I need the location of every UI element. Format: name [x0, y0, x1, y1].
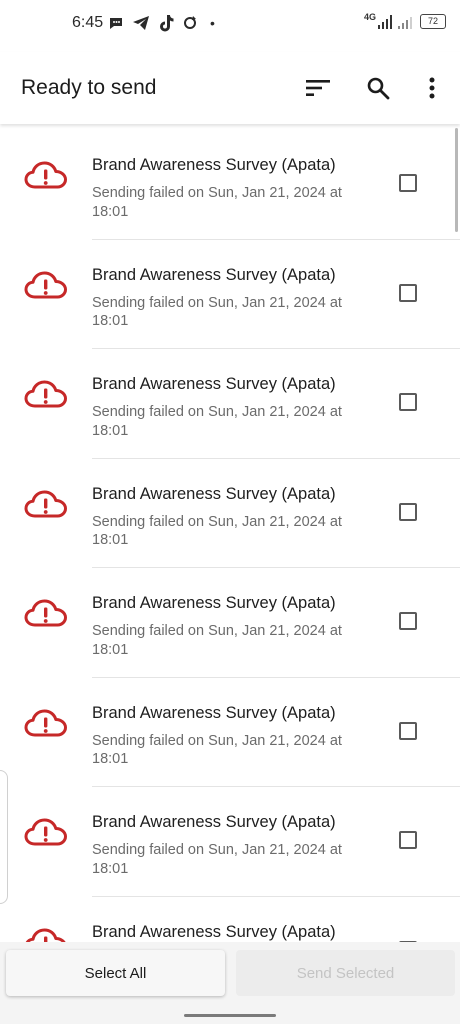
tiktok-icon — [160, 15, 174, 32]
cloud-alert-icon — [24, 271, 67, 298]
list-item-title: Brand Awareness Survey (Apata) — [92, 484, 336, 503]
list-item-title: Brand Awareness Survey (Apata) — [92, 922, 336, 941]
list-item-checkbox[interactable] — [399, 283, 417, 302]
list-item[interactable]: Brand Awareness Survey (Apata) Sending fa… — [0, 130, 460, 240]
cloud-alert-icon — [24, 380, 67, 408]
list-item-checkbox[interactable] — [399, 831, 417, 849]
more-options-button[interactable] — [418, 74, 446, 102]
status-bar: 6:45 • 4G 72 — [0, 0, 460, 52]
send-selected-button[interactable]: Send Selected — [236, 950, 455, 996]
network-type: 4G — [363, 11, 376, 22]
list-item[interactable]: Brand Awareness Survey (Apata) Sending fa… — [0, 678, 460, 787]
list-item[interactable]: Brand Awareness Survey (Apata) Sending fa… — [0, 787, 460, 897]
search-icon — [367, 77, 390, 100]
telegram-icon — [133, 16, 149, 30]
cloud-alert-icon — [24, 599, 67, 627]
edge-panel-handle[interactable] — [0, 770, 8, 904]
more-notifications-dot: • — [210, 15, 215, 31]
bottom-action-bar: Select All Send Selected — [0, 942, 460, 1024]
signal-secondary-icon — [398, 16, 412, 29]
list-item[interactable]: Brand Awareness Survey (Apata) Sending fa… — [0, 568, 460, 678]
cloud-alert-icon — [24, 818, 67, 846]
cloud-alert-icon — [24, 161, 67, 189]
list-item-subtitle: Sending failed on Sun, Jan 21, 2024 at 1… — [92, 185, 342, 220]
list-item-subtitle: Sending failed on Sun, Jan 21, 2024 at 1… — [92, 294, 342, 330]
select-all-button[interactable]: Select All — [6, 950, 225, 996]
cloud-alert-icon — [24, 490, 67, 517]
list-item-title: Brand Awareness Survey (Apata) — [92, 703, 336, 722]
list-item-subtitle: Sending failed on Sun, Jan 21, 2024 at 1… — [92, 842, 342, 877]
more-vert-icon — [429, 77, 435, 99]
list-item[interactable]: Brand Awareness Survey (Apata) Sending fa… — [0, 240, 460, 349]
list-item-title: Brand Awareness Survey (Apata) — [92, 594, 336, 612]
list-item[interactable]: Brand Awareness Survey (Apata) Sending fa… — [0, 349, 460, 459]
list-item-title: Brand Awareness Survey (Apata) — [92, 156, 336, 174]
list-item-subtitle: Sending failed on Sun, Jan 21, 2024 at 1… — [92, 513, 342, 549]
sync-icon — [184, 16, 196, 29]
signal-icon — [378, 14, 392, 29]
battery-indicator: 72 — [420, 14, 446, 29]
scrollbar[interactable] — [455, 128, 458, 232]
page: 6:45 • 4G 72 Ready to send Brand Awarene… — [0, 0, 460, 1024]
search-button[interactable] — [364, 74, 392, 102]
list-item-checkbox[interactable] — [399, 612, 417, 630]
list-item-checkbox[interactable] — [399, 393, 417, 411]
list-item-checkbox[interactable] — [399, 174, 417, 192]
app-bar: Ready to send — [0, 52, 460, 124]
list-item-subtitle: Sending failed on Sun, Jan 21, 2024 at 1… — [92, 732, 342, 768]
cloud-alert-icon — [24, 709, 67, 736]
message-icon — [110, 18, 122, 29]
navigation-gesture-bar[interactable] — [184, 1014, 276, 1017]
sort-icon — [306, 80, 330, 96]
list-item-checkbox[interactable] — [399, 721, 417, 740]
sort-button[interactable] — [304, 74, 332, 102]
list-item[interactable]: Brand Awareness Survey (Apata) Sending fa… — [0, 459, 460, 568]
list-item-title: Brand Awareness Survey (Apata) — [92, 375, 336, 393]
form-list: Brand Awareness Survey (Apata) Sending fa… — [0, 130, 460, 1006]
page-title: Ready to send — [21, 76, 157, 99]
list-item-checkbox[interactable] — [399, 502, 417, 521]
list-item-title: Brand Awareness Survey (Apata) — [92, 265, 336, 284]
status-time: 6:45 — [72, 14, 104, 31]
notification-icons: • — [108, 14, 215, 32]
list-item-subtitle: Sending failed on Sun, Jan 21, 2024 at 1… — [92, 404, 342, 439]
system-icons: 4G 72 — [363, 11, 446, 29]
list-item-subtitle: Sending failed on Sun, Jan 21, 2024 at 1… — [92, 623, 342, 658]
list-item-title: Brand Awareness Survey (Apata) — [92, 813, 336, 831]
